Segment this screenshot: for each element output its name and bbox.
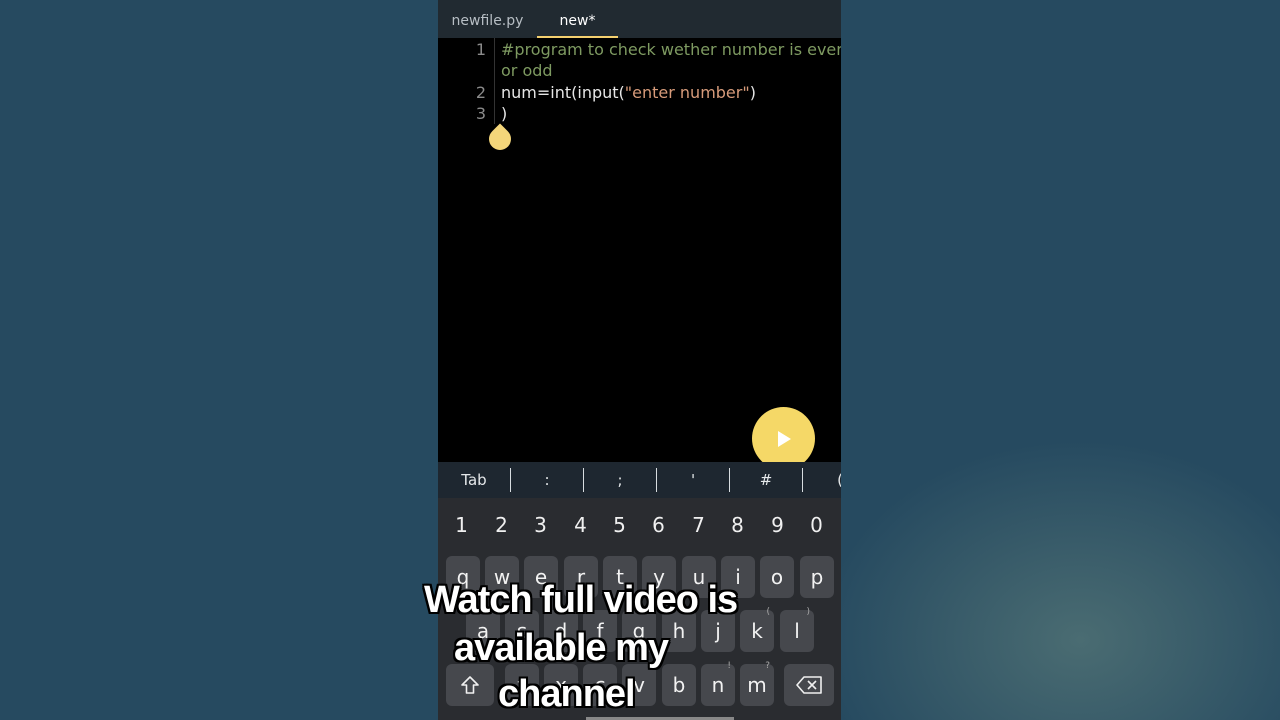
code-comment-line: #program to check wether number is even	[501, 40, 841, 59]
number-key[interactable]: 8	[718, 506, 757, 544]
code-line: num=int(input("enter number")	[501, 83, 756, 102]
letter-key-label: l	[794, 619, 800, 643]
number-key[interactable]: 3	[521, 506, 560, 544]
code-token: num=int(input(	[501, 83, 625, 102]
tab-new[interactable]: new*	[537, 0, 618, 38]
code-editor[interactable]: 1 2 3 #program to check wether number is…	[438, 38, 841, 462]
symbol-key-hash[interactable]: #	[730, 462, 802, 498]
number-key[interactable]: 4	[561, 506, 600, 544]
caption-line: Watch full video is	[424, 579, 738, 621]
letter-key-label: m	[747, 673, 767, 697]
symbol-key-quote[interactable]: '	[657, 462, 729, 498]
code-line: )	[501, 104, 508, 123]
code-token: )	[749, 83, 756, 102]
caption-line: channel	[498, 673, 636, 715]
symbol-key-semicolon[interactable]: ;	[584, 462, 656, 498]
code-string: "enter number"	[624, 83, 750, 102]
number-key[interactable]: 0	[797, 506, 836, 544]
key-hint: )	[806, 607, 810, 617]
gutter-divider	[494, 38, 495, 124]
backspace-key[interactable]	[784, 664, 834, 706]
number-key[interactable]: 2	[482, 506, 521, 544]
symbol-key-tab[interactable]: Tab	[438, 462, 510, 498]
editor-tab-bar: newfile.py new*	[438, 0, 841, 38]
tab-newfile-py[interactable]: newfile.py	[438, 0, 537, 38]
divider	[802, 468, 803, 492]
play-icon	[778, 431, 791, 447]
number-key[interactable]: 7	[679, 506, 718, 544]
letter-key[interactable]: p	[800, 556, 834, 598]
line-number: 1	[475, 40, 486, 59]
key-hint: (	[766, 607, 770, 617]
number-key[interactable]: 5	[600, 506, 639, 544]
line-number: 3	[475, 104, 486, 123]
code-comment-line: or odd	[501, 61, 553, 80]
number-key[interactable]: 9	[758, 506, 797, 544]
letter-key-label: k	[751, 619, 763, 643]
number-key[interactable]: 6	[639, 506, 678, 544]
symbol-key-colon[interactable]: :	[511, 462, 583, 498]
backspace-icon	[796, 676, 822, 694]
run-button[interactable]	[752, 407, 815, 470]
symbol-key-paren[interactable]: (	[830, 462, 841, 498]
number-key[interactable]: 1	[442, 506, 481, 544]
key-hint: ?	[765, 661, 770, 671]
line-number: 2	[475, 83, 486, 102]
video-caption-overlay: Watch full video is available my channel	[424, 576, 748, 720]
caption-line: available my	[454, 627, 669, 669]
symbol-bar: Tab : ; ' # (	[438, 462, 841, 498]
letter-key[interactable]: l)	[780, 607, 814, 652]
letter-key[interactable]: o	[760, 556, 794, 598]
